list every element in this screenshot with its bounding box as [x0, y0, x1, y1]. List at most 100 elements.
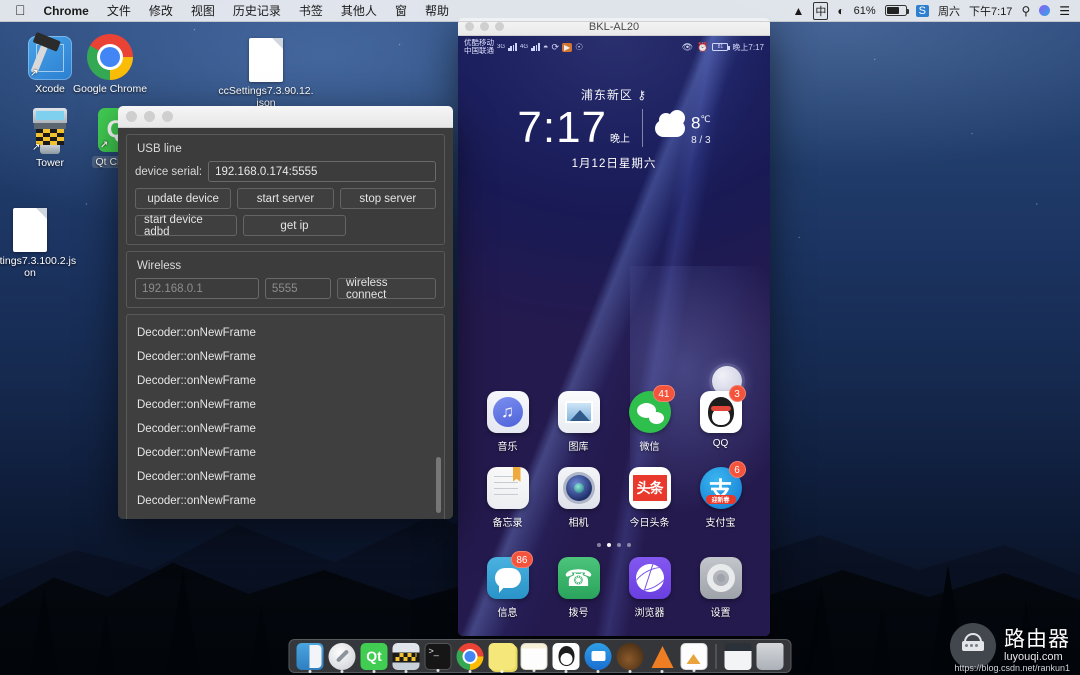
menu-item-view[interactable]: 视图: [182, 0, 224, 22]
dock-app-messages[interactable]: 86 信息: [480, 551, 536, 619]
wireless-connect-button[interactable]: wireless connect: [337, 277, 436, 301]
battery-percent-label: 61%: [853, 4, 876, 17]
wireless-port-input[interactable]: 5555: [264, 278, 331, 299]
dock-item-tower[interactable]: [392, 642, 420, 673]
wifi-icon[interactable]: ◐: [837, 4, 844, 18]
pine-tree: [30, 589, 58, 675]
wireless-ip-input[interactable]: 192.168.0.1: [135, 278, 259, 299]
macos-menu-bar[interactable]:  Chrome 文件 修改 视图 历史记录 书签 其他人 窗 帮助 ▲ 中 ◐…: [0, 0, 1080, 22]
search-icon[interactable]: ⚲: [1021, 4, 1030, 18]
app-music[interactable]: ♫ 音乐: [480, 391, 536, 453]
stop-server-button[interactable]: stop server: [339, 188, 436, 209]
dock-item-vlc[interactable]: [649, 643, 676, 673]
desktop-icon-json-1[interactable]: ccSettings7.3.90.12.json: [218, 30, 314, 109]
page-dot[interactable]: [597, 543, 601, 547]
watermark-domain: luyouqi.com: [1004, 651, 1063, 663]
input-method-icon[interactable]: 中: [813, 1, 829, 20]
desktop-icon-chrome[interactable]: Google Chrome: [62, 28, 158, 95]
page-dot[interactable]: [627, 543, 631, 547]
apple-menu-icon[interactable]: : [6, 0, 35, 21]
app-qq[interactable]: 3 QQ: [693, 385, 749, 453]
app-label: 图库: [568, 442, 589, 453]
badge-count: 6: [728, 461, 746, 478]
clock-weather-widget[interactable]: 浦东新区 ⚷ 7:17 晚上 8℃ 8 / 3 1月12日星期六: [458, 86, 770, 171]
device-serial-input[interactable]: 192.168.0.174:5555: [208, 161, 436, 182]
app-label: QQ: [712, 438, 729, 449]
dock-item-notes[interactable]: [520, 642, 548, 672]
log-row: Decoder::onNewFrame: [137, 375, 256, 387]
zoom-button[interactable]: [162, 111, 173, 122]
desktop-icon-label: Google Chrome: [72, 83, 148, 95]
close-button[interactable]: [126, 111, 137, 122]
siri-icon[interactable]: [1039, 5, 1051, 16]
page-indicator[interactable]: [458, 543, 770, 547]
dock-app-settings[interactable]: 设置: [693, 557, 749, 619]
notification-center-icon[interactable]: ☰: [1059, 4, 1070, 18]
log-row: Decoder::onNewFrame: [137, 447, 256, 459]
page-dot[interactable]: [617, 543, 621, 547]
dock-item-trash[interactable]: [756, 642, 784, 670]
vlc-icon[interactable]: ▲: [793, 4, 805, 18]
network-3g-label: 3G: [497, 44, 506, 50]
log-row: Decoder::onNewFrame: [137, 495, 256, 507]
menu-item-people[interactable]: 其他人: [332, 0, 386, 22]
log-scrollbar[interactable]: [436, 457, 441, 513]
menu-item-file[interactable]: 文件: [98, 0, 140, 22]
wifi-icon: ◓: [543, 42, 549, 52]
phone-status-bar: 优酷移动 中国联通 3G 4G ◓ ⟳ ▶ ☉ 👁 ⏰ 81 晚上7:17: [458, 36, 770, 58]
toutiao-icon: 头条: [628, 467, 671, 509]
dock-item-terminal[interactable]: >_: [424, 642, 452, 672]
screenshot-icon: ☉: [575, 41, 584, 52]
dock-item-teamviewer[interactable]: [584, 642, 612, 673]
dock-app-phone[interactable]: ☎ 拨号: [551, 557, 607, 619]
music-icon: ♫: [486, 391, 529, 433]
sync-icon: ⟳: [551, 41, 560, 52]
phone-mirror-window[interactable]: BKL-AL20 优酷移动 中国联通 3G 4G ◓ ⟳ ▶ ☉ 👁 ⏰ 81 …: [458, 18, 770, 636]
battery-icon[interactable]: [884, 5, 910, 16]
dock-item-chrome[interactable]: [456, 642, 484, 673]
macos-dock[interactable]: Qt >_: [288, 639, 792, 673]
sogou-icon[interactable]: S: [915, 4, 930, 17]
dock-item-finder[interactable]: [296, 642, 324, 673]
app-gallery[interactable]: 图库: [551, 391, 607, 453]
dock-app-browser[interactable]: 浏览器: [622, 557, 678, 619]
menu-item-bookmarks[interactable]: 书签: [290, 0, 332, 22]
dock-item-qq[interactable]: [552, 642, 580, 673]
pine-tree: [806, 583, 836, 675]
chrome-icon: [62, 28, 158, 80]
menu-item-window[interactable]: 窗: [386, 0, 416, 22]
desktop-icon-json-2[interactable]: Settings7.3.100.2.json: [0, 200, 78, 279]
menu-item-edit[interactable]: 修改: [140, 0, 182, 22]
minimize-button[interactable]: [144, 111, 155, 122]
log-output-list[interactable]: Decoder::onNewFrame Decoder::onNewFrame …: [126, 314, 445, 519]
start-server-button[interactable]: start server: [237, 188, 334, 209]
app-notes[interactable]: 备忘录: [480, 467, 536, 529]
gallery-icon: [557, 391, 600, 433]
app-label: 拨号: [568, 608, 589, 619]
usb-line-group-title: USB line: [137, 143, 182, 155]
update-device-button[interactable]: update device: [135, 188, 232, 209]
menu-item-app[interactable]: Chrome: [35, 0, 98, 22]
menubar-clock[interactable]: 下午7:17: [969, 3, 1012, 19]
app-wechat[interactable]: 41 微信: [622, 385, 678, 453]
phone-screen[interactable]: 优酷移动 中国联通 3G 4G ◓ ⟳ ▶ ☉ 👁 ⏰ 81 晚上7:17 浦东…: [458, 36, 770, 636]
menu-item-history[interactable]: 历史记录: [224, 0, 290, 22]
app-toutiao[interactable]: 头条 今日头条: [622, 467, 678, 529]
dock-item-flask[interactable]: [616, 642, 644, 673]
app-camera[interactable]: 相机: [551, 467, 607, 529]
dock-item-stickies[interactable]: [488, 642, 516, 673]
qt-scrcpy-window[interactable]: USB line device serial: 192.168.0.174:55…: [118, 106, 453, 519]
dock-item-qt[interactable]: Qt: [360, 642, 388, 673]
dock-item-launchpad[interactable]: [328, 642, 356, 673]
start-device-adbd-button[interactable]: start device adbd: [135, 214, 238, 238]
wireless-row: 192.168.0.1 5555 wireless connect: [135, 277, 436, 301]
usb-line-group: USB line device serial: 192.168.0.174:55…: [126, 134, 445, 245]
dock-item-preview[interactable]: [680, 642, 708, 672]
qt-window-titlebar[interactable]: [118, 106, 453, 128]
dock-item-downloads[interactable]: [724, 642, 752, 670]
menu-item-help[interactable]: 帮助: [416, 0, 458, 22]
app-label: 设置: [710, 608, 731, 619]
get-ip-button[interactable]: get ip: [243, 215, 346, 236]
page-dot-active[interactable]: [607, 543, 611, 547]
app-alipay[interactable]: 6 支 迎新春 支付宝: [693, 461, 749, 529]
